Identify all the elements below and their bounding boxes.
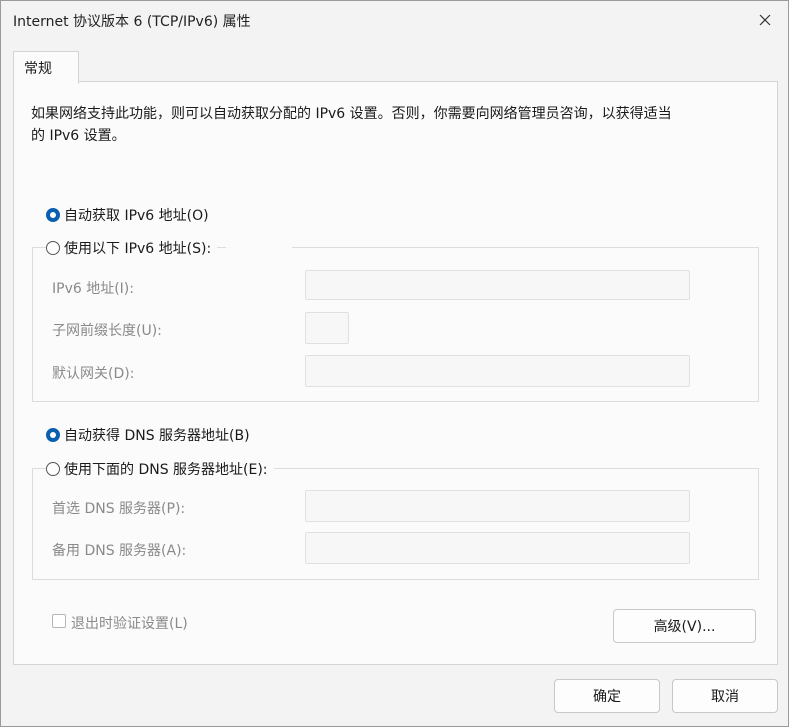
- radio-auto-ipv6-label: 自动获取 IPv6 地址(O): [64, 208, 209, 224]
- radio-manual-dns-label: 使用下面的 DNS 服务器地址(E):: [64, 462, 268, 478]
- radio-manual-ipv6[interactable]: 使用以下 IPv6 地址(S):: [46, 238, 218, 258]
- window-title: Internet 协议版本 6 (TCP/IPv6) 属性: [13, 14, 251, 30]
- alternate-dns-field[interactable]: [305, 532, 690, 564]
- ipv6-address-label: IPv6 地址(I):: [52, 281, 134, 297]
- dialog-window: Internet 协议版本 6 (TCP/IPv6) 属性 常规 如果网络支持此…: [0, 0, 789, 727]
- tab-general-label: 常规: [24, 61, 52, 77]
- validate-on-exit-label: 退出时验证设置(L): [71, 616, 188, 632]
- default-gateway-field[interactable]: [305, 355, 690, 387]
- title-bar: Internet 协议版本 6 (TCP/IPv6) 属性: [1, 1, 788, 39]
- description-text: 如果网络支持此功能，则可以自动获取分配的 IPv6 设置。否则，你需要向网络管理…: [31, 103, 731, 147]
- radio-manual-ipv6-indicator[interactable]: [46, 241, 60, 255]
- advanced-button[interactable]: 高级(V)...: [613, 609, 756, 643]
- radio-manual-dns-indicator[interactable]: [46, 462, 60, 476]
- preferred-dns-label: 首选 DNS 服务器(P):: [52, 501, 186, 517]
- radio-manual-dns[interactable]: 使用下面的 DNS 服务器地址(E):: [46, 459, 274, 479]
- tab-general[interactable]: 常规: [13, 51, 79, 84]
- cancel-button[interactable]: 取消: [672, 679, 778, 713]
- validate-on-exit-checkbox[interactable]: [52, 614, 66, 628]
- ipv6-address-field[interactable]: [305, 270, 690, 300]
- ok-button[interactable]: 确定: [554, 679, 660, 713]
- default-gateway-label: 默认网关(D):: [52, 366, 135, 382]
- radio-auto-dns-label: 自动获得 DNS 服务器地址(B): [64, 428, 250, 444]
- radio-auto-dns-indicator[interactable]: [46, 428, 60, 442]
- radio-auto-ipv6-indicator[interactable]: [46, 208, 60, 222]
- close-icon: [759, 14, 771, 26]
- description-line-1: 如果网络支持此功能，则可以自动获取分配的 IPv6 设置。否则，你需要向网络管理…: [31, 106, 672, 122]
- subnet-prefix-label: 子网前缀长度(U):: [52, 323, 162, 339]
- radio-auto-dns[interactable]: 自动获得 DNS 服务器地址(B): [46, 425, 250, 445]
- description-line-2: 的 IPv6 设置。: [31, 128, 126, 144]
- close-button[interactable]: [742, 1, 788, 39]
- radio-manual-ipv6-label: 使用以下 IPv6 地址(S):: [64, 241, 212, 257]
- preferred-dns-field[interactable]: [305, 490, 690, 522]
- radio-auto-ipv6[interactable]: 自动获取 IPv6 地址(O): [46, 205, 209, 225]
- group-title-gap: [226, 238, 292, 256]
- alternate-dns-label: 备用 DNS 服务器(A):: [52, 543, 187, 559]
- subnet-prefix-field[interactable]: [305, 312, 349, 344]
